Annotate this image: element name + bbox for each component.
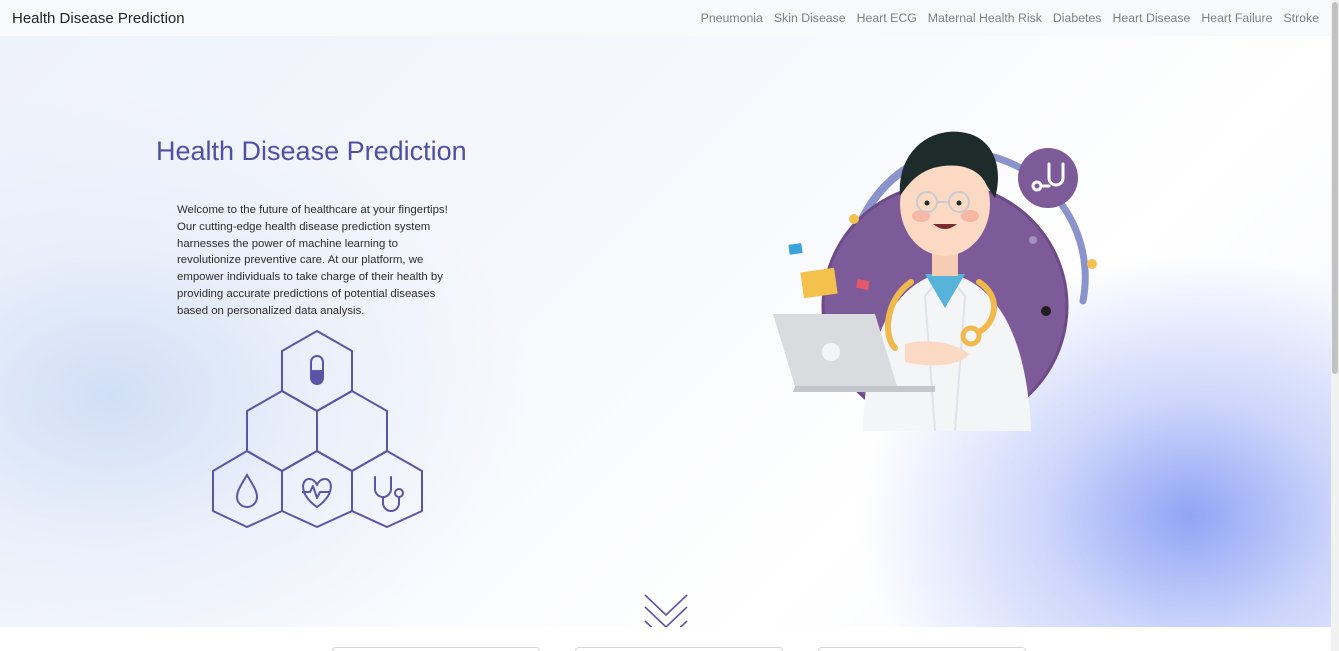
- nav-link-heart-disease[interactable]: Heart Disease: [1107, 11, 1196, 25]
- nav-link-pneumonia[interactable]: Pneumonia: [695, 11, 768, 25]
- navbar: Health Disease Prediction Pneumonia Skin…: [0, 0, 1331, 36]
- chevron-down-icon[interactable]: [643, 593, 689, 627]
- vertical-scrollbar[interactable]: [1331, 0, 1339, 651]
- page: Health Disease Prediction Pneumonia Skin…: [0, 0, 1339, 651]
- doctor-illustration: [773, 131, 1097, 431]
- pill-icon: [310, 355, 324, 385]
- nav-link-heart-failure[interactable]: Heart Failure: [1196, 11, 1278, 25]
- drop-icon: [235, 473, 259, 508]
- nav-link-skin-disease[interactable]: Skin Disease: [768, 11, 851, 25]
- feature-card[interactable]: [332, 647, 540, 651]
- stethoscope-icon: [374, 476, 404, 512]
- hero-description: Welcome to the future of healthcare at y…: [177, 204, 448, 317]
- feature-card[interactable]: [818, 647, 1026, 651]
- nav-links: Pneumonia Skin Disease Heart ECG Materna…: [695, 11, 1319, 25]
- hero-title: Health Disease Prediction: [156, 136, 467, 166]
- brand-link[interactable]: Health Disease Prediction: [12, 10, 185, 27]
- nav-link-maternal-health-risk[interactable]: Maternal Health Risk: [922, 11, 1047, 25]
- feature-card[interactable]: [575, 647, 783, 651]
- nav-link-diabetes[interactable]: Diabetes: [1047, 11, 1107, 25]
- nav-link-heart-ecg[interactable]: Heart ECG: [851, 11, 922, 25]
- heartbeat-icon: [302, 478, 332, 508]
- scrollbar-thumb[interactable]: [1332, 2, 1338, 374]
- nav-link-stroke[interactable]: Stroke: [1278, 11, 1319, 25]
- hero-section: Health Disease Prediction Welcome to the…: [0, 36, 1331, 627]
- hexagon-icons-illustration: [212, 330, 423, 528]
